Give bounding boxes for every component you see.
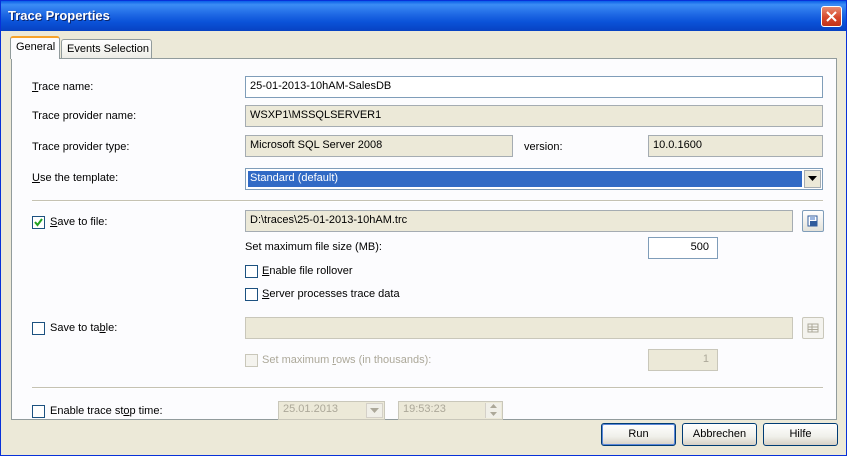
trace-name-input[interactable]: 25-01-2013-10hAM-SalesDB (245, 76, 823, 98)
provider-name-field: WSXP1\MSSQLSERVER1 (245, 105, 823, 127)
separator (32, 200, 823, 202)
general-tab-panel: Trace name: 25-01-2013-10hAM-SalesDB Tra… (11, 58, 837, 420)
file-rollover-checkbox[interactable] (245, 265, 258, 278)
max-file-size-input[interactable]: 500 (648, 237, 718, 259)
check-icon (34, 218, 43, 227)
chevron-down-icon (370, 408, 379, 413)
close-button[interactable] (821, 6, 842, 27)
save-to-file-checkbox[interactable] (32, 216, 45, 229)
stop-time-label: Enable trace stop time: (50, 405, 163, 417)
provider-type-label: Trace provider type: (32, 141, 130, 153)
save-to-table-label: Save to table: (50, 322, 118, 334)
max-rows-label: Set maximum rows (in thousands): (262, 354, 432, 366)
trace-properties-dialog: Trace Properties General Events Selectio… (0, 0, 847, 456)
table-field (245, 317, 793, 339)
chevron-down-icon (808, 176, 817, 181)
tab-general[interactable]: General (10, 36, 60, 59)
save-to-file-label: Save to file: (50, 216, 108, 228)
server-processes-label: Server processes trace data (262, 288, 400, 300)
table-icon (807, 323, 819, 333)
separator (32, 387, 823, 389)
file-rollover-label: Enable file rollover (262, 265, 353, 277)
stop-time-value: 19:53:23 (403, 403, 446, 415)
spin-down-button (486, 410, 501, 417)
server-processes-checkbox[interactable] (245, 288, 258, 301)
provider-name-label: Trace provider name: (32, 110, 137, 122)
provider-type-field: Microsoft SQL Server 2008 (245, 135, 513, 157)
save-file-icon (807, 215, 818, 227)
window-title: Trace Properties (8, 8, 110, 23)
trace-name-label: Trace name: (32, 81, 94, 93)
max-file-size-label: Set maximum file size (MB): (245, 241, 382, 253)
save-to-table-checkbox[interactable] (32, 322, 45, 335)
browse-file-button[interactable] (802, 210, 824, 232)
template-dropdown-button[interactable] (804, 170, 821, 188)
run-button[interactable]: Run (601, 423, 676, 446)
max-rows-input: 1 (648, 349, 718, 371)
stop-time-checkbox[interactable] (32, 405, 45, 418)
stop-time-spinner: 19:53:23 (398, 401, 503, 420)
chevron-up-icon (490, 404, 497, 408)
version-field: 10.0.1600 (648, 135, 823, 157)
title-bar[interactable]: Trace Properties (1, 1, 846, 31)
template-label: Use the template: (32, 172, 119, 184)
version-label: version: (524, 141, 563, 153)
close-icon (826, 11, 837, 22)
chevron-down-icon (490, 412, 497, 416)
template-selected-value: Standard (default) (248, 171, 802, 187)
stop-date-value: 25.01.2013 (283, 403, 339, 415)
stop-date-picker: 25.01.2013 (278, 401, 385, 420)
date-dropdown-button (366, 403, 383, 418)
cancel-button[interactable]: Abbrechen (682, 423, 757, 446)
browse-table-button (802, 317, 824, 339)
max-rows-checkbox (245, 354, 258, 367)
help-button[interactable]: Hilfe (763, 423, 838, 446)
spin-up-button (486, 403, 501, 410)
file-path-field: D:\traces\25-01-2013-10hAM.trc (245, 210, 793, 232)
time-spin-buttons (485, 403, 501, 418)
template-select[interactable]: Standard (default) (245, 168, 823, 190)
tab-events-selection[interactable]: Events Selection (61, 39, 152, 59)
